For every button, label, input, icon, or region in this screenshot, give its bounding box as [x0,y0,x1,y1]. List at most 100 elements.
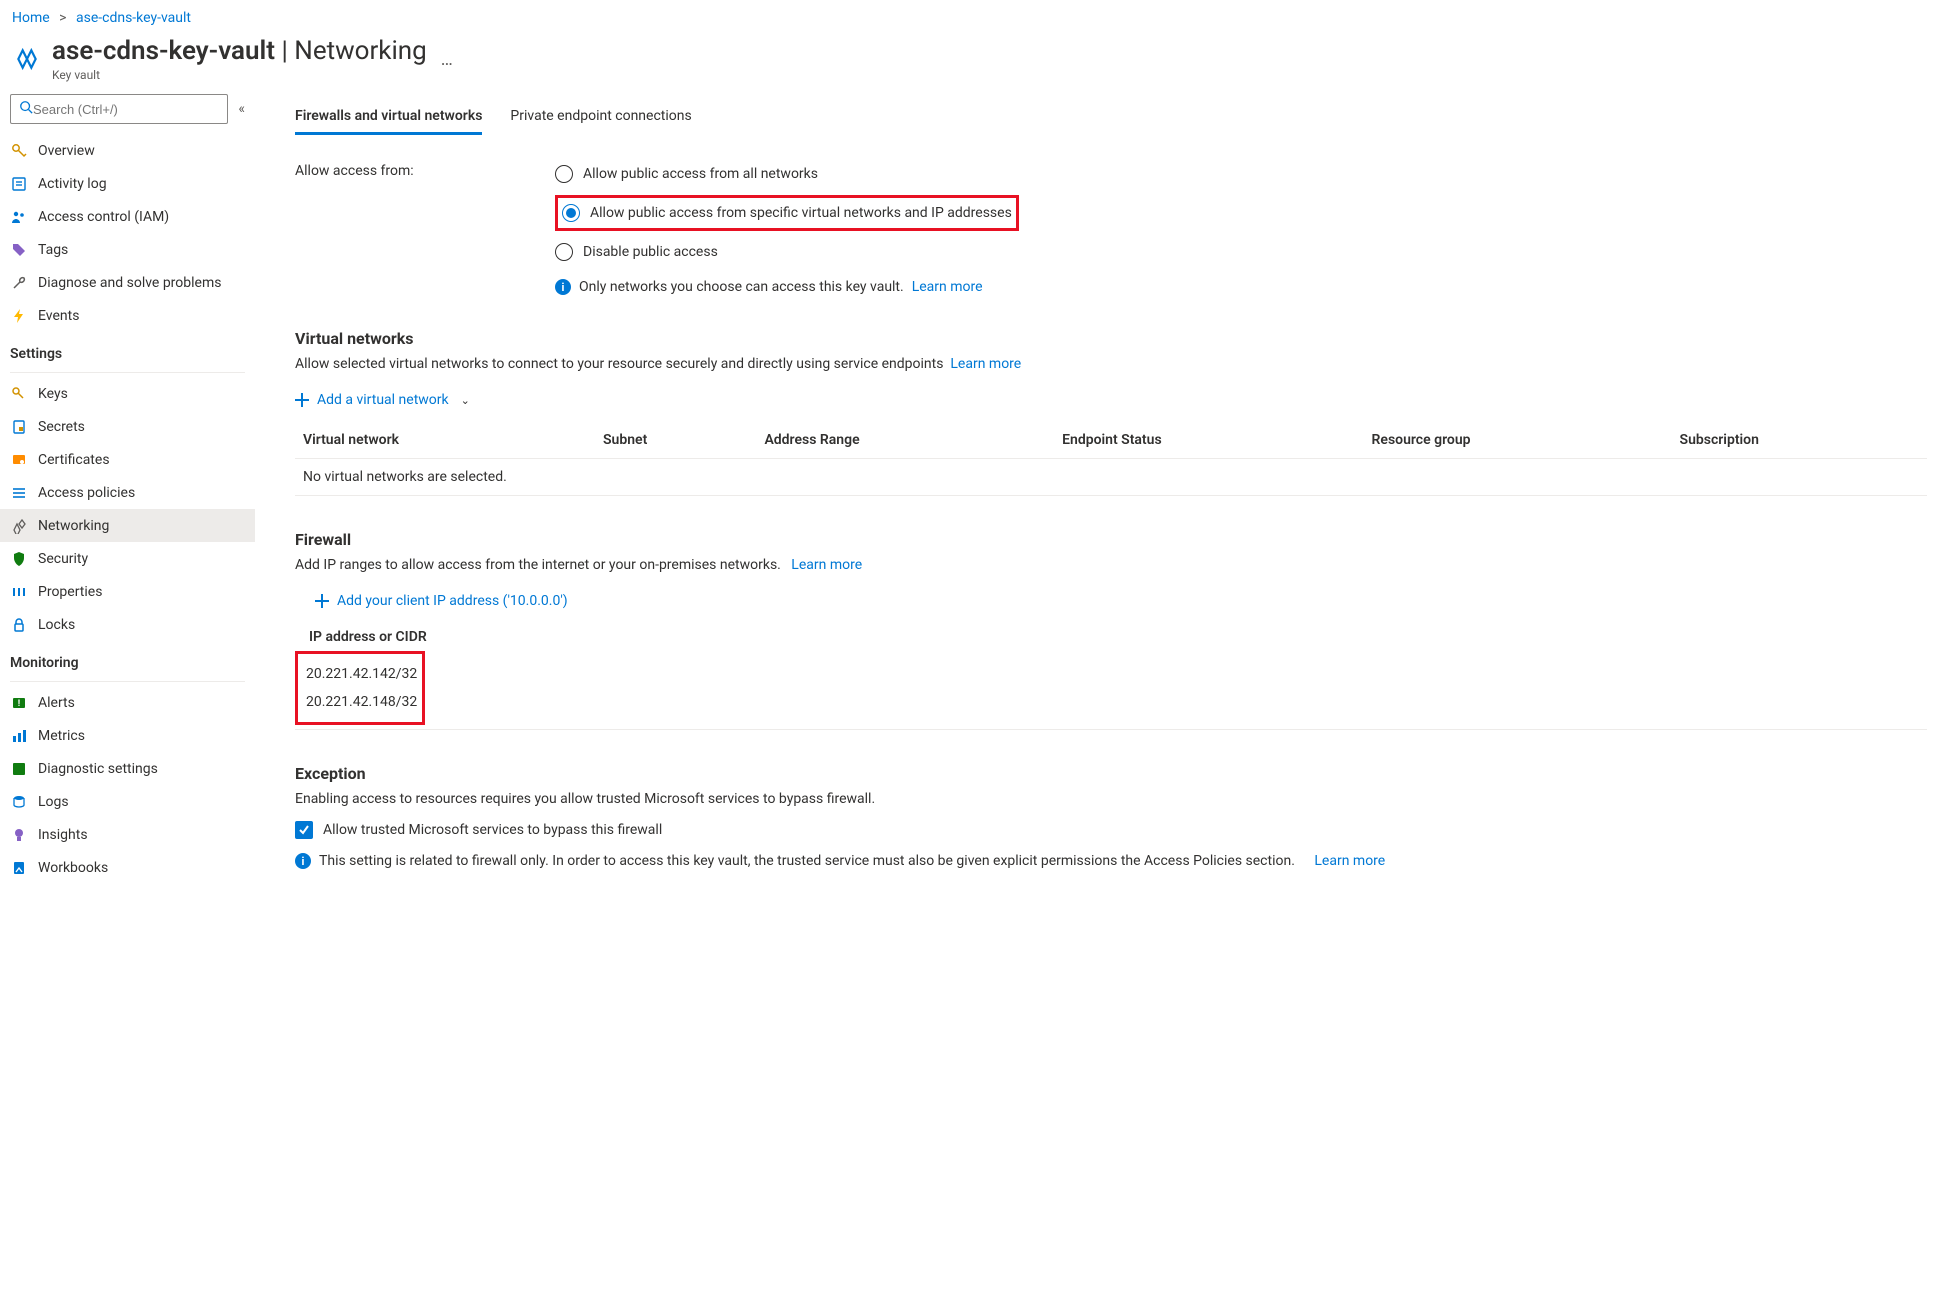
exception-description: Enabling access to resources requires yo… [295,791,1927,807]
sidebar-item-diagnose[interactable]: Diagnose and solve problems [0,266,255,299]
sidebar-item-metrics[interactable]: Metrics [0,719,255,752]
sidebar-item-networking[interactable]: Networking [0,509,255,542]
firewall-description: Add IP ranges to allow access from the i… [295,557,781,573]
certificate-icon [10,452,28,468]
col-resource-group[interactable]: Resource group [1364,424,1672,459]
tab-firewalls[interactable]: Firewalls and virtual networks [295,104,482,135]
info-icon: i [555,279,571,295]
exception-heading: Exception [295,764,1927,783]
tag-icon [10,242,28,258]
learn-more-link[interactable]: Learn more [912,279,983,295]
checkbox-label: Allow trusted Microsoft services to bypa… [323,822,662,838]
sidebar-item-label: Metrics [38,728,85,744]
sidebar-item-label: Workbooks [38,860,108,876]
add-virtual-network-button[interactable]: Add a virtual network ⌄ [295,382,470,418]
radio-allow-all[interactable]: Allow public access from all networks [555,161,1019,187]
collapse-sidebar-button[interactable]: « [238,101,245,117]
secret-icon [10,419,28,435]
radio-label: Allow public access from specific virtua… [590,205,1012,221]
sidebar-item-security[interactable]: Security [0,542,255,575]
sidebar-item-events[interactable]: Events [0,299,255,332]
sidebar-item-diagnostic-settings[interactable]: Diagnostic settings [0,752,255,785]
workbook-icon [10,860,28,876]
sliders-icon [10,584,28,600]
sidebar-item-label: Overview [38,143,95,159]
sidebar-item-access-control[interactable]: Access control (IAM) [0,200,255,233]
col-endpoint-status[interactable]: Endpoint Status [1054,424,1363,459]
sidebar-item-label: Tags [38,242,68,258]
sidebar-item-activity-log[interactable]: Activity log [0,167,255,200]
insights-icon [10,827,28,843]
add-vnet-label: Add a virtual network [317,392,449,408]
divider [10,372,245,373]
radio-allow-specific[interactable]: Allow public access from specific virtua… [562,200,1012,226]
sidebar-item-label: Locks [38,617,75,633]
sidebar-item-properties[interactable]: Properties [0,575,255,608]
col-subscription[interactable]: Subscription [1672,424,1927,459]
learn-more-link[interactable]: Learn more [950,356,1021,372]
sidebar-search[interactable] [10,94,228,124]
col-virtual-network[interactable]: Virtual network [295,424,595,459]
highlighted-selection: Allow public access from specific virtua… [555,195,1019,231]
sidebar-item-certificates[interactable]: Certificates [0,443,255,476]
breadcrumb-home[interactable]: Home [12,10,50,26]
learn-more-link[interactable]: Learn more [1314,853,1385,869]
sidebar-item-overview[interactable]: Overview [0,134,255,167]
sidebar: « Overview Activity log Access control (… [0,84,255,904]
sidebar-item-secrets[interactable]: Secrets [0,410,255,443]
page-header: ase-cdns-key-vault | Networking Key vaul… [0,32,1957,84]
main-content: Firewalls and virtual networks Private e… [255,84,1957,904]
info-text: Only networks you choose can access this… [579,279,904,295]
sidebar-item-label: Diagnose and solve problems [38,275,221,291]
sidebar-item-label: Logs [38,794,69,810]
search-input[interactable] [33,102,219,117]
diagnostic-icon [10,761,28,777]
col-subnet[interactable]: Subnet [595,424,756,459]
alert-icon: ! [10,695,28,711]
sidebar-item-label: Alerts [38,695,75,711]
sidebar-item-tags[interactable]: Tags [0,233,255,266]
sidebar-item-label: Access control (IAM) [38,209,169,225]
sidebar-section-settings: Settings [0,332,255,368]
shield-icon [10,551,28,567]
col-address-range[interactable]: Address Range [756,424,1054,459]
sidebar-item-locks[interactable]: Locks [0,608,255,641]
sidebar-item-keys[interactable]: Keys [0,377,255,410]
trusted-services-checkbox[interactable] [295,821,313,839]
networking-icon [10,518,28,534]
page-title-sep: | [275,36,294,66]
sidebar-item-access-policies[interactable]: Access policies [0,476,255,509]
lightning-icon [10,308,28,324]
sidebar-item-insights[interactable]: Insights [0,818,255,851]
sidebar-item-label: Diagnostic settings [38,761,158,777]
activity-log-icon [10,176,28,192]
more-actions-button[interactable]: … [441,49,455,70]
tab-private-endpoints[interactable]: Private endpoint connections [510,104,691,135]
radio-icon [555,243,573,261]
sidebar-item-label: Events [38,308,79,324]
people-icon [10,209,28,225]
radio-icon [562,204,580,222]
sidebar-item-label: Certificates [38,452,110,468]
sidebar-item-label: Insights [38,827,88,843]
divider [10,681,245,682]
ip-row[interactable]: 20.221.42.142/32 [304,660,412,688]
sidebar-item-workbooks[interactable]: Workbooks [0,851,255,884]
ip-list-highlight: 20.221.42.142/32 20.221.42.148/32 [295,651,425,725]
sidebar-item-label: Properties [38,584,102,600]
add-client-ip-button[interactable]: Add your client IP address ('10.0.0.0') [295,583,568,619]
sidebar-item-label: Keys [38,386,68,402]
sidebar-item-logs[interactable]: Logs [0,785,255,818]
ip-row[interactable]: 20.221.42.148/32 [304,688,412,716]
ip-column-header: IP address or CIDR [295,619,1927,651]
radio-icon [555,165,573,183]
sidebar-item-alerts[interactable]: ! Alerts [0,686,255,719]
radio-disable-public[interactable]: Disable public access [555,239,1019,265]
sidebar-item-label: Networking [38,518,109,534]
plus-icon [315,594,329,608]
breadcrumb-resource[interactable]: ase-cdns-key-vault [76,10,191,26]
learn-more-link[interactable]: Learn more [791,557,862,573]
policies-icon [10,485,28,501]
vnet-table: Virtual network Subnet Address Range End… [295,424,1927,496]
wrench-icon [10,275,28,291]
